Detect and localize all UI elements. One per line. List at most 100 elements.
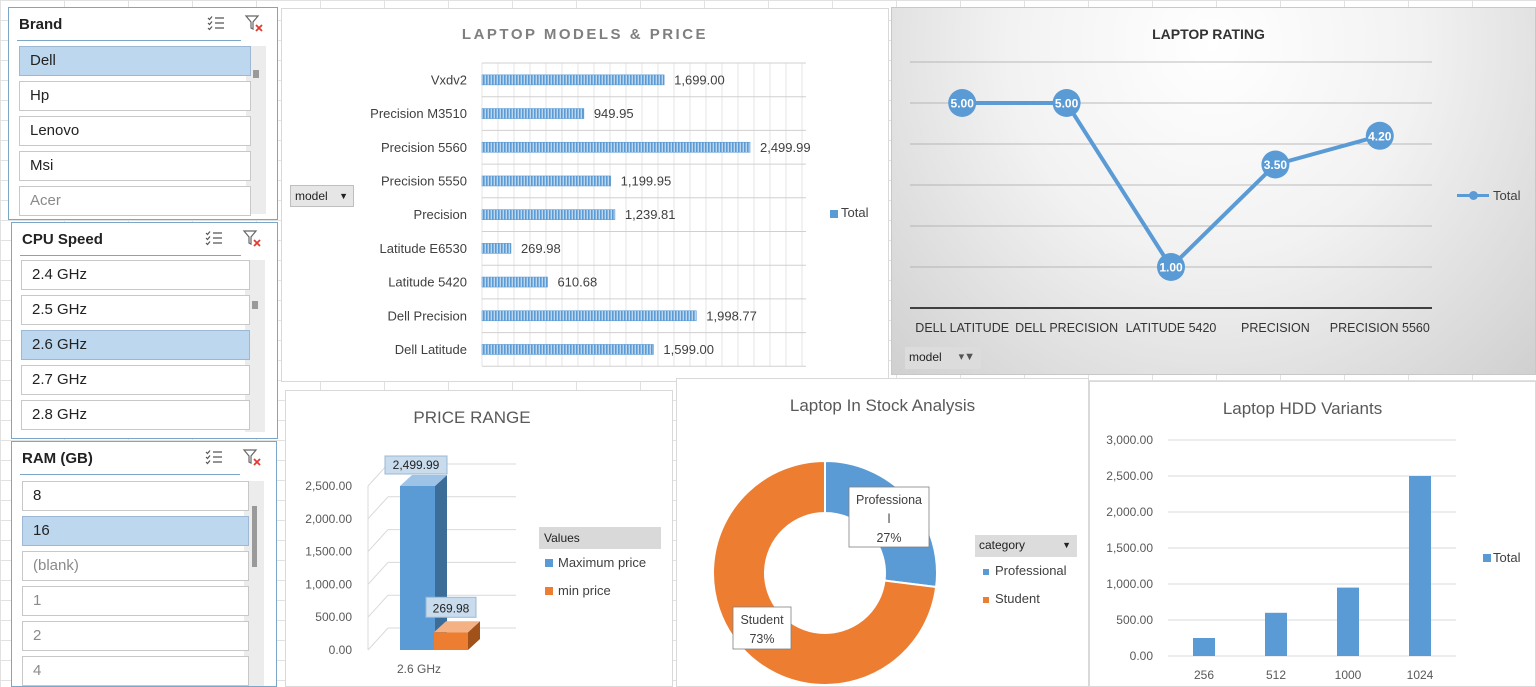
bar-max	[400, 486, 435, 650]
data-label: 27%	[876, 531, 901, 545]
slicer-item[interactable]: Dell	[19, 46, 251, 76]
slicer-item[interactable]: 2.6 GHz	[21, 330, 250, 360]
tick-label: 2,500.00	[1106, 469, 1153, 483]
category-label: DELL LATITUDE	[915, 321, 1009, 335]
category-label: PRECISION	[1241, 321, 1310, 335]
data-label: 1,599.00	[663, 342, 714, 357]
tick-label: 1,000.00	[305, 577, 352, 591]
dropdown-arrow-icon: ▼	[1062, 540, 1071, 550]
price-range-chart[interactable]: PRICE RANGE 0.00 500.00 1,000.00 1,500.00 2,…	[285, 390, 673, 687]
slicer-item[interactable]: Acer	[19, 186, 251, 216]
data-label: 5.00	[1055, 97, 1079, 111]
legend-marker	[1469, 191, 1478, 200]
category-label: Dell Latitude	[395, 342, 467, 357]
cpu-speed-slicer: CPU Speed 2.4 GHz 2.5 GHz 2.6 GHz 2.7 GHz 2.8…	[11, 222, 278, 439]
hdd-plot: 0.00 500.00 1,000.00 1,500.00 2,000.00 2,500.…	[1106, 433, 1456, 682]
legend-label: Total	[841, 205, 869, 220]
slicer-item[interactable]: 4	[22, 656, 249, 686]
category-label: Precision 5560	[381, 140, 467, 155]
bar	[481, 344, 654, 355]
data-label: 1,199.95	[621, 173, 672, 188]
multi-select-icon[interactable]	[203, 227, 225, 249]
category-label: Latitude 5420	[388, 275, 467, 290]
slicer-item[interactable]: 2.7 GHz	[21, 365, 250, 395]
category-label: 2.6 GHz	[397, 662, 441, 676]
tick-label: 500.00	[315, 610, 352, 624]
gridline	[367, 562, 389, 585]
tick-label: 1,000.00	[1106, 577, 1153, 591]
bar	[1337, 587, 1359, 656]
data-label: 269.98	[521, 241, 561, 256]
stock-analysis-chart[interactable]: Laptop In Stock Analysis Professiona l 27%…	[676, 378, 1089, 687]
slicer-item[interactable]: (blank)	[22, 551, 249, 581]
slicer-item[interactable]: Lenovo	[19, 116, 251, 146]
model-field-button[interactable]: model ▾▼	[905, 347, 981, 369]
gridline	[367, 594, 389, 618]
legend-label: Total	[1493, 550, 1521, 565]
category-label: Vxdv2	[431, 72, 467, 87]
clear-filter-icon[interactable]	[243, 12, 265, 34]
tick-label: 2,000.00	[305, 512, 352, 526]
scrollbar-thumb[interactable]	[253, 70, 259, 78]
tick-label: 500.00	[1116, 613, 1153, 627]
category-label: Precision 5550	[381, 173, 467, 188]
models-plot: Vxdv2 1,699.00 Precision M3510 949.95 Precis…	[370, 62, 811, 367]
gridline	[367, 627, 389, 651]
slicer-title: CPU Speed	[22, 231, 103, 248]
ram-slicer: RAM (GB) 8 16 (blank) 1 2 4	[11, 441, 277, 687]
tick-label: 1,500.00	[1106, 541, 1153, 555]
legend-swatch-min	[545, 587, 553, 595]
multi-select-icon[interactable]	[205, 12, 227, 34]
data-label: 949.95	[594, 106, 634, 121]
legend-swatch	[1483, 554, 1491, 562]
category-label: Precision M3510	[370, 106, 467, 121]
slicer-item[interactable]: Msi	[19, 151, 251, 181]
rating-chart[interactable]: LAPTOP RATING 5.00 DELL LATITUDE 5.00 DELL …	[891, 7, 1536, 375]
slicer-item[interactable]: 2.4 GHz	[21, 260, 250, 290]
slicer-item[interactable]: 2.5 GHz	[21, 295, 250, 325]
tick-label: 2,000.00	[1106, 505, 1153, 519]
legend-label-max: Maximum price	[558, 555, 647, 570]
hdd-variants-chart[interactable]: Laptop HDD Variants 0.00 500.00 1,000.00 1,…	[1089, 381, 1536, 687]
data-label: 3.50	[1264, 158, 1288, 172]
scrollbar-thumb[interactable]	[252, 506, 257, 567]
bar	[481, 209, 616, 220]
slicer-item[interactable]: 16	[22, 516, 249, 546]
category-field-button[interactable]: category ▼	[975, 535, 1077, 557]
scrollbar-thumb[interactable]	[252, 301, 258, 309]
legend-label-professional: Professional	[995, 563, 1067, 578]
filter-icon: ▾▼	[958, 351, 975, 363]
bar	[481, 310, 697, 322]
data-label: 4.20	[1368, 129, 1392, 143]
bar	[481, 276, 548, 288]
tick-label: 3,000.00	[1106, 433, 1153, 447]
legend-title-label: Values	[544, 531, 580, 545]
slicer-item[interactable]: 8	[22, 481, 249, 511]
data-label: 2,499.99	[393, 458, 440, 472]
bar	[481, 108, 585, 119]
legend-label-student: Student	[995, 591, 1040, 606]
field-button-label: model	[909, 350, 942, 364]
models-price-chart[interactable]: LAPTOP MODELS & PRICE model ▼ Vxdv2 1,699…	[281, 8, 889, 382]
category-label: 256	[1194, 668, 1214, 682]
slicer-item[interactable]: 2	[22, 621, 249, 651]
slicer-item[interactable]: 2.8 GHz	[21, 400, 250, 430]
multi-select-icon[interactable]	[203, 446, 225, 468]
slicer-title: RAM (GB)	[22, 450, 93, 467]
slicer-item[interactable]: Hp	[19, 81, 251, 111]
clear-filter-icon[interactable]	[241, 446, 263, 468]
category-label: PRECISION 5560	[1330, 321, 1430, 335]
clear-filter-icon[interactable]	[241, 227, 263, 249]
category-label: Dell Precision	[388, 308, 467, 323]
category-label: 1024	[1407, 668, 1434, 682]
data-label: 1,699.00	[674, 72, 725, 87]
bar	[481, 175, 611, 187]
data-label: 610.68	[557, 275, 597, 290]
data-label: 2,499.99	[760, 140, 811, 155]
gridline	[367, 496, 389, 520]
rating-plot: 5.00 DELL LATITUDE 5.00 DELL PRECISION 1.00 L…	[910, 61, 1432, 335]
category-label: LATITUDE 5420	[1126, 321, 1217, 335]
slicer-item[interactable]: 1	[22, 586, 249, 616]
bar-min	[434, 632, 468, 650]
slicer-title: Brand	[19, 16, 63, 33]
